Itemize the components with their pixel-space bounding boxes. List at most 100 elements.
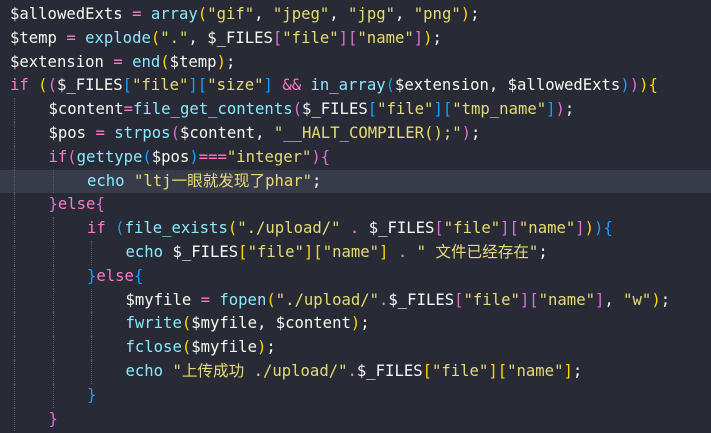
code-line[interactable]: $temp = explode(".", $_FILES["file"]["na… [0, 27, 711, 51]
code-token: } [48, 195, 58, 214]
code-line[interactable]: echo $_FILES["file"]["name"] . " 文件已经存在"… [0, 240, 711, 265]
code-token: file_get_contents [133, 100, 293, 119]
code-text: fwrite($myfile, $content); [126, 312, 370, 336]
code-token: } [87, 266, 97, 285]
code-token: ( [150, 28, 161, 47]
code-token: strpos [114, 123, 171, 142]
code-text: }else{ [49, 193, 105, 217]
indent-guide [14, 169, 15, 194]
indent-guide [52, 383, 54, 408]
code-token: echo [125, 361, 164, 380]
code-token: = [66, 28, 76, 47]
code-token: "gif" [207, 5, 255, 23]
code-text: }else{ [87, 265, 143, 289]
code-token: ( [38, 76, 48, 95]
code-line[interactable]: fwrite($myfile, $content); [0, 312, 711, 337]
code-token: "name" [322, 242, 380, 261]
code-token: ) [460, 5, 471, 23]
code-token: fopen [219, 290, 267, 309]
code-line[interactable]: $extension = end($temp); [0, 51, 711, 75]
code-token: $pos [151, 147, 190, 166]
indent-guide [14, 240, 15, 265]
code-token: " 文件已经存在" [416, 242, 539, 261]
code-token: $temp [10, 28, 57, 47]
code-token: . [379, 290, 389, 309]
code-token: $extension [394, 76, 489, 95]
code-token: ; [266, 338, 276, 357]
code-text: $extension = end($temp); [10, 51, 235, 75]
code-token: "./upload/" [275, 290, 380, 309]
indent-guide [91, 359, 92, 384]
code-line[interactable]: $allowedExts = array("gif", "jpeg", "jpg… [0, 3, 711, 27]
code-token: ; [225, 52, 236, 71]
code-line[interactable]: fclose($myfile); [0, 336, 711, 360]
indent-guide [91, 336, 92, 360]
code-token: $_FILES [172, 242, 239, 261]
code-token: ; [432, 28, 442, 47]
indent-guide [14, 407, 15, 432]
code-line[interactable]: $myfile = fopen("./upload/".$_FILES["fil… [0, 288, 711, 313]
code-text: echo $_FILES["file"]["name"] . " 文件已经存在"… [126, 241, 548, 265]
code-line[interactable]: echo "ltj一眼就发现了phar"; [0, 169, 711, 194]
code-line[interactable]: }else{ [0, 193, 711, 218]
indent-guide [52, 312, 54, 337]
code-token: "file" [432, 361, 489, 380]
code-token: ; [312, 171, 322, 190]
code-token: ) [639, 76, 649, 95]
indent-guide [14, 98, 15, 122]
code-line[interactable]: $content=file_get_contents($_FILES["file… [0, 98, 711, 122]
code-text: if (file_exists("./upload/" . $_FILES["f… [87, 217, 613, 241]
code-token: $allowedExts [10, 5, 123, 23]
code-line[interactable]: $pos = strpos($content, "__HALT_COMPILER… [0, 121, 711, 146]
code-line[interactable]: } [0, 383, 711, 408]
code-token: . [349, 219, 360, 238]
indent-guide [14, 288, 15, 313]
code-token: ) [461, 123, 472, 142]
code-text: if(gettype($pos)==="integer"){ [49, 146, 331, 170]
code-token: "tmp_name" [452, 100, 547, 119]
code-token: , [604, 290, 624, 309]
code-token: . [397, 242, 408, 261]
code-token: = [123, 100, 133, 119]
code-token: ] [575, 219, 585, 238]
code-editor[interactable]: $allowedExts = array("gif", "jpeg", "jpg… [0, 0, 711, 433]
code-token: ) [256, 338, 267, 357]
code-token: , [256, 314, 276, 333]
code-token: fclose [125, 338, 182, 357]
code-token: ; [660, 290, 671, 309]
code-text: if (($_FILES["file"]["size"] && in_array… [10, 74, 658, 98]
indent-guide [14, 193, 15, 218]
code-text: } [49, 408, 58, 432]
code-token: ] [379, 242, 389, 261]
indent-guide [14, 121, 15, 146]
code-line[interactable]: if (($_FILES["file"]["size"] && in_array… [0, 74, 711, 98]
code-token: ( [160, 52, 170, 71]
code-token: ( [181, 314, 192, 333]
code-token: ) [423, 28, 433, 47]
code-token: "上传成功 ./upload/" [172, 361, 348, 380]
code-token: = [95, 123, 105, 142]
code-text: $allowedExts = array("gif", "jpeg", "jpg… [10, 3, 480, 27]
code-line[interactable]: }else{ [0, 264, 711, 289]
code-line[interactable]: if(gettype($pos)==="integer"){ [0, 145, 711, 170]
indent-guide [91, 312, 92, 337]
indent-guide [14, 383, 15, 408]
code-token: ) [189, 147, 199, 166]
code-line[interactable]: } [0, 407, 711, 432]
code-token: fwrite [125, 314, 182, 333]
code-token: "file" [377, 100, 434, 119]
code-token: [ [238, 242, 248, 261]
indent-guide [14, 217, 15, 241]
code-line[interactable]: echo "上传成功 ./upload/".$_FILES["file"]["n… [0, 359, 711, 384]
code-line[interactable]: if (file_exists("./upload/" . $_FILES["f… [0, 217, 711, 241]
code-token: ] [519, 290, 530, 309]
indent-guide [14, 312, 15, 337]
code-token: ] [500, 219, 510, 238]
code-token: , [329, 5, 349, 23]
code-token: ) [311, 147, 321, 166]
